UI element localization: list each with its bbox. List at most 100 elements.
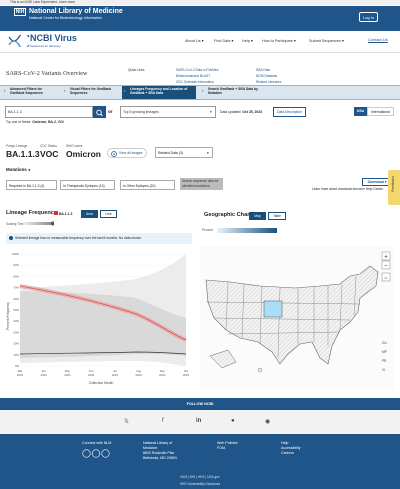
nav-help[interactable]: Help ▾ [242, 38, 253, 43]
x-tick-year: 2023 [41, 373, 48, 377]
chevron-right-icon: › [124, 88, 126, 93]
y-tick-label: 50% [13, 308, 19, 312]
pango-lineage: BA.1.1.3 [6, 149, 40, 159]
filter-therapeutic[interactable]: In Therapeutic Epitopes (13) [60, 180, 115, 190]
select-value: Top 5 growing lineages [123, 110, 159, 114]
filter-label: Required in BA.1.1.3 (4) [9, 184, 45, 188]
map-legend-label: Percent [202, 228, 213, 232]
related-data-select[interactable]: Related Data (3) ▾ [155, 147, 213, 158]
rss-icon[interactable]: ◉ [265, 418, 270, 425]
hawaii[interactable] [257, 367, 263, 373]
try-examples-links[interactable]: Omicron, BA.2, VOI [32, 120, 63, 124]
footer-disclosure[interactable]: HHS Vulnerability Disclosure [0, 482, 400, 486]
quick-link-datasets[interactable]: NCBI Datasets [256, 74, 277, 78]
filter-other-epitopes[interactable]: In Other Epitopes (20) [120, 180, 175, 190]
quick-link-blast[interactable]: Betacoronavirus BLAST [176, 74, 210, 78]
cdc-label: CDC Status [40, 144, 57, 148]
quick-link-cdc[interactable]: CDC Outbreak Information [176, 80, 214, 84]
x-axis-label: Collection Month [89, 381, 114, 385]
filter-label: In Therapeutic Epitopes (13) [63, 184, 105, 188]
us-map[interactable]: + − ⌂ GU MP PR VI [200, 246, 394, 391]
careers-link[interactable]: Careers [281, 451, 301, 456]
y-tick-label: 90% [13, 263, 19, 267]
no-data-notice: Selected lineage has no measurable frequ… [6, 233, 192, 244]
filter-required[interactable]: Required in BA.1.1.3 (4) [6, 180, 57, 190]
youtube-icon[interactable] [101, 449, 110, 458]
area-toggle[interactable]: Area [81, 210, 98, 218]
data-updated: Data updated: Oct 25, 2023 [220, 110, 262, 114]
address-line: Bethesda, MD 20894 [143, 456, 177, 460]
tab-lineage-frequency[interactable]: › Lineages Frequency and Location of GenB… [122, 86, 196, 99]
foia-link[interactable]: FOIA [217, 446, 238, 451]
view-images-button[interactable]: View all images [107, 148, 147, 158]
y-tick-label: 70% [13, 286, 19, 290]
table-toggle[interactable]: Table [268, 212, 286, 220]
site-footer [0, 434, 400, 489]
linkedin-icon[interactable]: in [196, 418, 201, 424]
territory-label[interactable]: PR [382, 359, 387, 363]
y-axis-label: Percent Frequency [6, 302, 10, 330]
top-lineages-select[interactable]: Top 5 growing lineages ▾ [120, 106, 216, 118]
try-examples: Try one of these: Omicron, BA.2, VOI [6, 120, 64, 124]
login-button[interactable]: Log in [359, 12, 378, 22]
line-toggle[interactable]: Line [100, 210, 117, 218]
international-toggle[interactable]: International [367, 107, 394, 116]
twitter-icon[interactable] [82, 449, 91, 458]
y-tick-label: 40% [13, 319, 19, 323]
series-legend: BA.1.1.3 [54, 211, 72, 216]
nav-participate[interactable]: How to Participate ▾ [262, 38, 296, 43]
footer-gov-links[interactable]: NLM | NIH | HHS | USA.gov [0, 475, 400, 479]
facebook-icon[interactable]: f [162, 418, 164, 424]
facebook-icon[interactable] [91, 449, 101, 458]
area-label: Area [86, 212, 93, 216]
tab-advanced-filters[interactable]: › Advanced Filters for GenBank Sequences [2, 86, 58, 99]
map-toggle[interactable]: Map [249, 212, 266, 220]
legend-swatch [54, 211, 58, 215]
territory-label[interactable]: GU [382, 341, 387, 345]
y-tick-label: 0% [15, 364, 20, 368]
nav-about[interactable]: About Us ▾ [185, 38, 204, 43]
x-tick-year: 2023 [183, 373, 190, 377]
data-description-button[interactable]: Data Description [273, 107, 306, 117]
download-help-text[interactable]: Learn more about download format in Help… [312, 187, 384, 191]
usa-toggle[interactable]: USA [354, 107, 367, 116]
twitter-icon[interactable]: 𝕏 [124, 418, 129, 425]
lineage-search-input[interactable]: BA.1.1.3 [5, 106, 93, 118]
quick-link-pubmed[interactable]: SARS-CoV-2 Data in PubMed [176, 68, 218, 72]
state-colorado[interactable] [263, 300, 283, 318]
quick-link-literature[interactable]: Related Literature [256, 80, 281, 84]
chevron-right-icon: › [202, 88, 204, 93]
github-icon[interactable]: ● [231, 418, 235, 424]
footer-help: Help Accessibility Careers [281, 441, 301, 456]
feedback-tab[interactable]: Feedback [388, 170, 400, 205]
contact-link[interactable]: Contact Us [368, 37, 388, 42]
territory-label[interactable]: MP [382, 350, 387, 354]
chevron-down-icon: ▾ [210, 110, 212, 114]
related-value: Related Data (3) [158, 151, 183, 155]
info-icon[interactable]: ● [28, 167, 30, 172]
nlm-title[interactable]: National Library of Medicine [29, 8, 123, 15]
feedback-label: Feedback [391, 176, 395, 192]
dna-logo-icon [8, 35, 30, 47]
time-scale-slider[interactable] [22, 220, 54, 228]
search-sequence-button[interactable]: Search sequence data for identified muta… [180, 178, 223, 190]
nav-submit[interactable]: Submit Sequences ▾ [309, 38, 344, 43]
y-tick-label: 100% [12, 252, 20, 256]
territory-label[interactable]: VI [382, 368, 385, 372]
chevron-right-icon: › [64, 88, 66, 93]
ncbi-virus-logo[interactable]: NCBI Virus [30, 33, 77, 43]
tab-visual-filters[interactable]: › Visual Filters for GenBank Sequences [62, 86, 118, 99]
legend-label: BA.1.1.3 [58, 212, 73, 216]
search-button[interactable] [93, 106, 106, 118]
tab-search-mutation[interactable]: › Search GenBank + SRA Data by Mutation [200, 86, 266, 99]
tab-label: Visual Filters for GenBank Sequences [70, 87, 112, 95]
zoom-out-label: − [384, 264, 388, 270]
quick-link-sra[interactable]: SRA Data [256, 68, 270, 72]
notice-text: Selected lineage has no measurable frequ… [15, 236, 142, 240]
lineage-frequency-chart[interactable]: 0% 10% 20% 30% 40% 50% 60% 70% 80% 90% 100% Mar202… [6, 246, 196, 386]
tab-label: Advanced Filters for GenBank Sequences [10, 87, 43, 95]
nav-find-data[interactable]: Find Data ▾ [214, 38, 233, 43]
who-label: WHO name [66, 144, 83, 148]
nih-logo[interactable]: NIH [14, 8, 26, 16]
footer-policies: Web Policies FOIA [217, 441, 238, 451]
